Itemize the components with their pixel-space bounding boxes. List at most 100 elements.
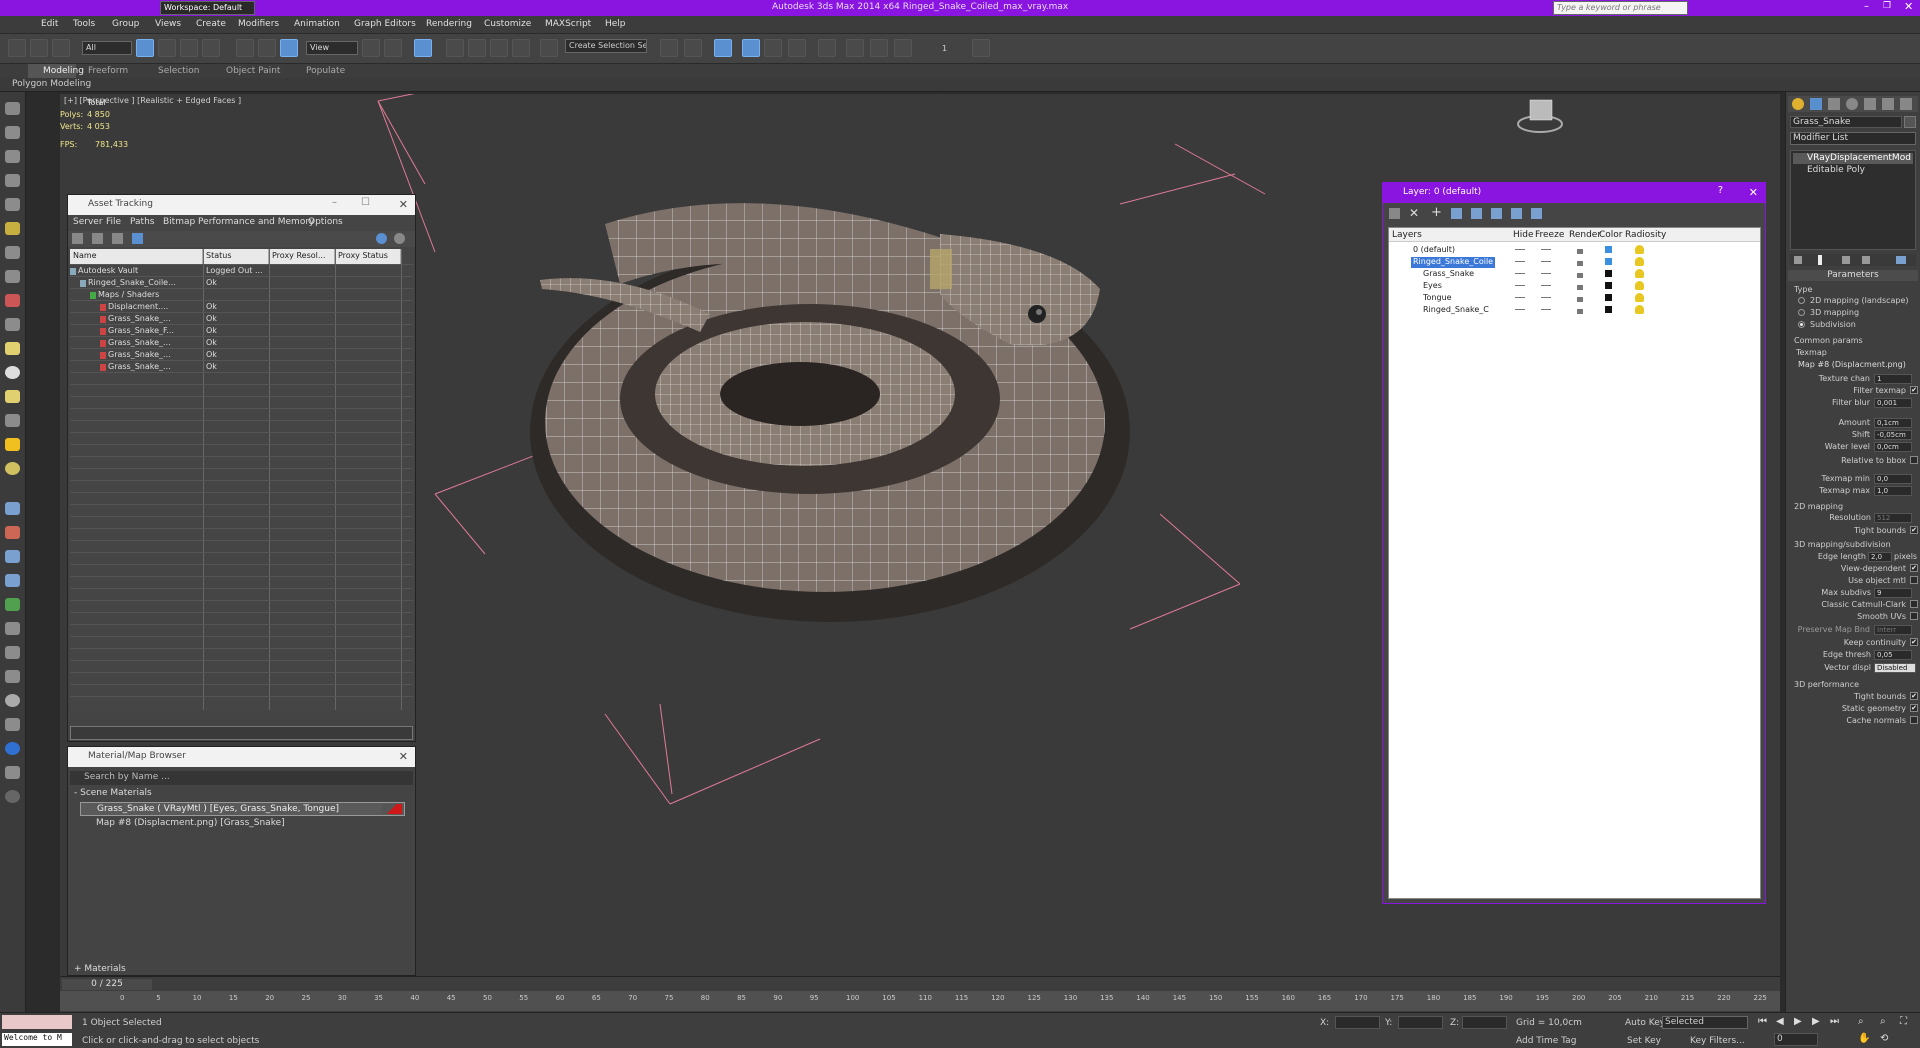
option-checkbox[interactable] bbox=[1910, 716, 1918, 724]
tab-modeling[interactable]: Modeling bbox=[43, 66, 84, 76]
layer-freeze-toggle[interactable] bbox=[1541, 249, 1551, 250]
particles-tool-icon[interactable] bbox=[5, 502, 20, 515]
option-checkbox[interactable]: ✔ bbox=[1910, 692, 1918, 700]
layer-row[interactable]: Ringed_Snake_Coile bbox=[1389, 256, 1669, 268]
layer-render-toggle[interactable] bbox=[1577, 273, 1583, 278]
scale-icon[interactable] bbox=[280, 39, 298, 57]
option-checkbox[interactable]: ✔ bbox=[1910, 704, 1918, 712]
layer-col-render[interactable]: Render bbox=[1569, 230, 1601, 240]
keep-continuity-checkbox[interactable]: ✔ bbox=[1910, 638, 1918, 646]
asset-row[interactable]: Grass_Snake_... Ok bbox=[70, 314, 413, 326]
layer-hide-toggle[interactable] bbox=[1515, 297, 1525, 298]
layer-render-toggle[interactable] bbox=[1577, 285, 1583, 290]
configure-sets-icon[interactable] bbox=[1896, 256, 1906, 264]
ribbon-subtitle[interactable]: Polygon Modeling bbox=[12, 79, 91, 89]
vray-tool-icon[interactable] bbox=[5, 742, 20, 755]
param-checkbox[interactable]: ✔ bbox=[1910, 386, 1918, 394]
pin-stack-icon[interactable] bbox=[1794, 256, 1802, 264]
asset-help-icon[interactable] bbox=[376, 233, 387, 244]
layer-radiosity-icon[interactable] bbox=[1635, 269, 1644, 278]
asset-col-proxy-resolution[interactable]: Proxy Resol... bbox=[269, 249, 335, 264]
asset-menu-bitmap[interactable]: Bitmap Performance and Memory bbox=[163, 217, 314, 227]
layer-col-color[interactable]: Color bbox=[1599, 230, 1623, 240]
angle-snap-icon[interactable] bbox=[468, 39, 486, 57]
layer-color-swatch[interactable] bbox=[1605, 282, 1612, 289]
named-selection-dropdown[interactable]: Create Selection Se bbox=[565, 39, 647, 53]
maxscript-mini-listener[interactable]: Welcome to M bbox=[2, 1033, 72, 1046]
asset-row[interactable]: Grass_Snake_... Ok bbox=[70, 350, 413, 362]
box-tool-icon[interactable] bbox=[5, 126, 20, 139]
layer-radiosity-icon[interactable] bbox=[1635, 293, 1644, 302]
rect-selection-icon[interactable] bbox=[180, 39, 198, 57]
modify-tab-icon[interactable] bbox=[1810, 98, 1822, 110]
cone-tool-icon[interactable] bbox=[5, 390, 20, 403]
layer-color-swatch[interactable] bbox=[1605, 306, 1612, 313]
layer-col-freeze[interactable]: Freeze bbox=[1535, 230, 1564, 240]
render-setup-icon[interactable] bbox=[846, 39, 864, 57]
layer-hide-toggle[interactable] bbox=[1515, 249, 1525, 250]
resolution-spinner[interactable]: 512 bbox=[1874, 513, 1912, 523]
geosphere-tool-icon[interactable] bbox=[5, 366, 20, 379]
asset-settings-icon[interactable] bbox=[394, 233, 405, 244]
move-icon[interactable] bbox=[236, 39, 254, 57]
layer-color-swatch[interactable] bbox=[1605, 258, 1612, 265]
helper-tool-icon[interactable] bbox=[5, 246, 20, 259]
asset-row[interactable]: Displacment.... Ok bbox=[70, 302, 413, 314]
menu-rendering[interactable]: Rendering bbox=[426, 19, 472, 29]
matbrowser-section-scene[interactable]: - Scene Materials bbox=[74, 788, 152, 798]
layer-hide-toggle[interactable] bbox=[1515, 261, 1525, 262]
asset-list-icon[interactable] bbox=[92, 233, 103, 244]
tight-bounds-2d-checkbox[interactable]: ✔ bbox=[1910, 526, 1918, 534]
pyramid-tool-icon[interactable] bbox=[5, 414, 20, 427]
menu-graph-editors[interactable]: Graph Editors bbox=[354, 19, 416, 29]
close-icon[interactable]: ✕ bbox=[1904, 0, 1913, 13]
param-spinner[interactable]: 0,0 bbox=[1874, 474, 1912, 484]
unlink-icon[interactable] bbox=[30, 39, 48, 57]
param-spinner[interactable]: 0,1cm bbox=[1874, 418, 1912, 428]
camera-tool-icon[interactable] bbox=[5, 294, 20, 307]
make-unique-icon[interactable] bbox=[1842, 256, 1850, 264]
select-object-icon[interactable] bbox=[136, 39, 154, 57]
create-tab-icon[interactable] bbox=[1792, 98, 1804, 110]
layer-row[interactable]: Grass_Snake bbox=[1389, 268, 1669, 280]
layer-radiosity-icon[interactable] bbox=[1635, 257, 1644, 266]
layer-render-toggle[interactable] bbox=[1577, 297, 1583, 302]
param-spinner[interactable]: 1,0 bbox=[1874, 486, 1912, 496]
stack-item-vraydisplacement[interactable]: VRayDisplacementMod bbox=[1793, 153, 1913, 164]
select-manipulate-icon[interactable] bbox=[384, 39, 402, 57]
layer-color-swatch[interactable] bbox=[1605, 294, 1612, 301]
layer-hide-all-icon[interactable] bbox=[1491, 208, 1502, 219]
layer-radiosity-icon[interactable] bbox=[1635, 305, 1644, 314]
next-frame-icon[interactable]: ▶ bbox=[1812, 1016, 1820, 1027]
workspace-selector[interactable]: Workspace: Default bbox=[160, 1, 255, 15]
option-checkbox[interactable] bbox=[1910, 600, 1918, 608]
param-spinner[interactable]: -0,05cm bbox=[1874, 430, 1912, 440]
biped-tool-icon[interactable] bbox=[5, 574, 20, 587]
matbrowser-close-icon[interactable]: ✕ bbox=[399, 750, 408, 763]
zoom-all-icon[interactable]: ⌕ bbox=[1880, 1016, 1886, 1027]
layer-radiosity-icon[interactable] bbox=[1635, 281, 1644, 290]
asset-col-proxy-status[interactable]: Proxy Status bbox=[335, 249, 401, 264]
mirror-icon[interactable] bbox=[660, 39, 678, 57]
go-to-start-icon[interactable]: ⏮ bbox=[1758, 1016, 1767, 1027]
select-tool-icon[interactable] bbox=[5, 102, 20, 115]
menu-edit[interactable]: Edit bbox=[41, 19, 58, 29]
type-radio[interactable] bbox=[1798, 321, 1805, 328]
menu-animation[interactable]: Animation bbox=[294, 19, 340, 29]
edit-tool-icon[interactable] bbox=[5, 198, 20, 211]
percent-snap-icon[interactable] bbox=[490, 39, 508, 57]
bind-space-warp-icon[interactable] bbox=[52, 39, 70, 57]
layer-col-hide[interactable]: Hide bbox=[1513, 230, 1534, 240]
hierarchy-tab-icon[interactable] bbox=[1828, 98, 1840, 110]
layer-help-icon[interactable]: ? bbox=[1718, 185, 1723, 196]
rotate-icon[interactable] bbox=[258, 39, 276, 57]
menu-create[interactable]: Create bbox=[196, 19, 226, 29]
tab-freeform[interactable]: Freeform bbox=[88, 66, 128, 76]
foliage-tool-icon[interactable] bbox=[5, 598, 20, 611]
layer-freeze-toggle[interactable] bbox=[1541, 309, 1551, 310]
object-color-swatch[interactable] bbox=[1904, 116, 1916, 128]
asset-tree-icon[interactable] bbox=[112, 233, 123, 244]
menu-help[interactable]: Help bbox=[605, 19, 626, 29]
layer-color-swatch[interactable] bbox=[1605, 246, 1612, 253]
maxscript-listener[interactable] bbox=[2, 1015, 72, 1029]
